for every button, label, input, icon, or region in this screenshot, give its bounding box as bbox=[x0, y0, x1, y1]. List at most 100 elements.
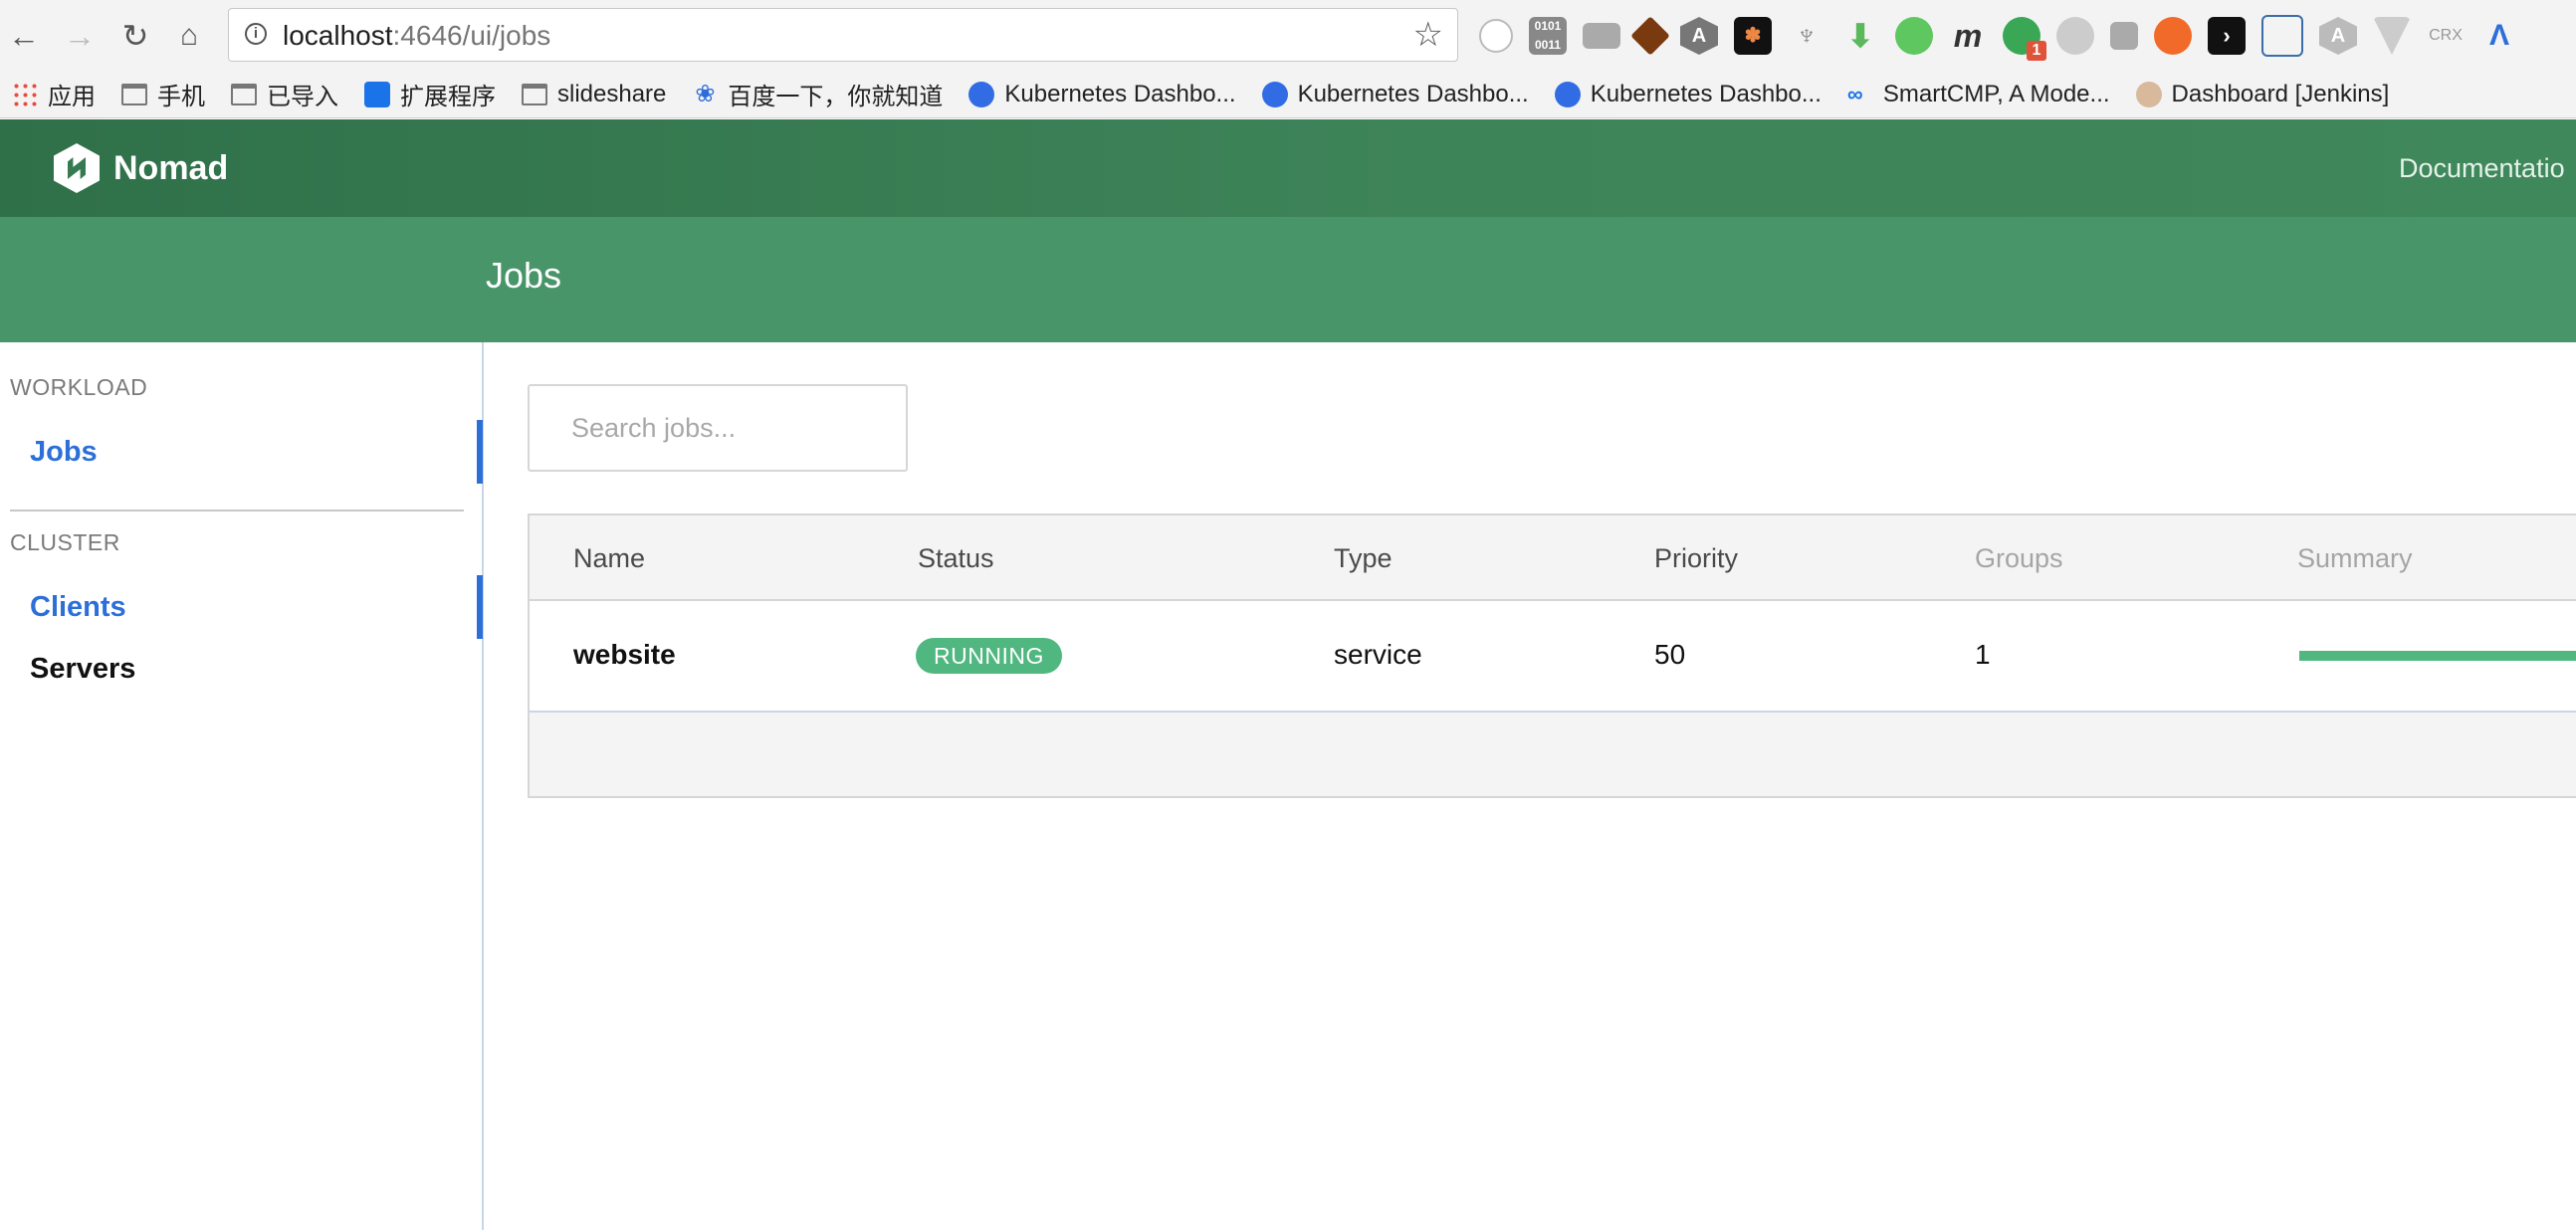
bookmark-smartcmp[interactable]: ∞ SmartCMP, A Mode... bbox=[1847, 81, 2110, 108]
table-row[interactable]: website RUNNING service 50 1 bbox=[530, 601, 2576, 713]
smartcmp-icon: ∞ bbox=[1846, 81, 1863, 106]
bookmark-label: 已导入 bbox=[267, 84, 338, 110]
bookmark-label: 百度一下，你就知道 bbox=[728, 84, 944, 110]
badge-extension-icon[interactable]: 1 bbox=[2003, 17, 2046, 61]
bookmarks-bar: 应用 手机 已导入 扩展程序 slideshare ❀ 百度一下，你就知道 Kub… bbox=[0, 71, 2576, 118]
angular-grey-icon[interactable]: A bbox=[2319, 17, 2357, 55]
sidebar-item-clients[interactable]: Clients bbox=[30, 591, 126, 624]
bookmark-label: 扩展程序 bbox=[400, 84, 496, 110]
jenkins-icon bbox=[2135, 81, 2162, 107]
kubernetes-icon bbox=[968, 81, 995, 107]
bookmark-label: Dashboard [Jenkins] bbox=[2171, 80, 2390, 107]
color-wheel-extension-icon[interactable]: ✽ bbox=[1734, 17, 1772, 55]
bookmark-extensions[interactable]: 扩展程序 bbox=[364, 77, 496, 111]
crx-extension-icon[interactable]: CRX bbox=[2427, 17, 2465, 55]
app-header: Nomad Documentatio bbox=[0, 119, 2576, 217]
orange-extension-icon[interactable] bbox=[2154, 17, 2192, 55]
apps-grid-icon bbox=[12, 81, 38, 107]
column-header-priority[interactable]: Priority bbox=[1654, 543, 1738, 574]
sidebar: WORKLOAD Jobs CLUSTER Clients Servers bbox=[0, 342, 484, 1230]
url-host: localhost bbox=[283, 20, 393, 51]
bookmark-label: Kubernetes Dashbo... bbox=[1004, 80, 1236, 107]
grey-circle-extension-icon[interactable] bbox=[2056, 17, 2094, 55]
page-title: Jobs bbox=[486, 255, 562, 296]
active-indicator bbox=[477, 420, 483, 484]
window-extension-icon[interactable] bbox=[1583, 23, 1620, 49]
url-text[interactable]: localhost:4646/ui/jobs bbox=[283, 20, 550, 52]
job-type: service bbox=[1334, 639, 1422, 670]
sidebar-divider bbox=[10, 510, 464, 512]
extension-icons: 0101 0011 A ✽ ♆ ⬇ m 1 › A CRX Λ bbox=[1479, 15, 2518, 61]
status-badge: RUNNING bbox=[916, 638, 1062, 674]
kubernetes-icon bbox=[1261, 81, 1288, 107]
nodes-extension-icon[interactable]: ♆ bbox=[1788, 17, 1825, 55]
puzzle-icon bbox=[364, 81, 390, 107]
binary-extension-icon[interactable]: 0101 0011 bbox=[1529, 17, 1567, 55]
square-extension-icon[interactable] bbox=[2110, 22, 2138, 50]
code-extension-icon[interactable]: › bbox=[2208, 17, 2246, 55]
job-name[interactable]: website bbox=[573, 639, 676, 671]
lambda-extension-icon[interactable]: Λ bbox=[2480, 17, 2518, 55]
sidebar-item-jobs[interactable]: Jobs bbox=[30, 436, 98, 469]
m-extension-icon[interactable]: m bbox=[1949, 17, 1987, 55]
url-path: :4646/ui/jobs bbox=[392, 20, 551, 51]
bookmark-folder-phone[interactable]: 手机 bbox=[121, 77, 205, 111]
active-indicator bbox=[477, 575, 483, 639]
home-icon[interactable]: ⌂ bbox=[171, 18, 207, 54]
download-arrow-icon[interactable]: ⬇ bbox=[1841, 17, 1879, 55]
bookmark-apps[interactable]: 应用 bbox=[12, 77, 96, 111]
kubernetes-icon bbox=[1554, 81, 1581, 107]
nomad-logo-icon bbox=[54, 143, 100, 193]
folder-icon bbox=[522, 83, 547, 105]
green-circle-extension-icon[interactable] bbox=[1895, 17, 1933, 55]
bookmark-label: 手机 bbox=[157, 84, 205, 110]
forward-arrow-icon[interactable]: → bbox=[62, 18, 98, 54]
address-bar[interactable]: i localhost:4646/ui/jobs ☆ bbox=[228, 8, 1458, 62]
column-header-groups: Groups bbox=[1975, 543, 2063, 573]
column-header-type[interactable]: Type bbox=[1334, 543, 1393, 574]
workload-section-label: WORKLOAD bbox=[10, 374, 148, 400]
column-header-name[interactable]: Name bbox=[573, 543, 645, 574]
nomad-logo[interactable]: Nomad bbox=[54, 143, 228, 193]
bookmark-kubernetes-3[interactable]: Kubernetes Dashbo... bbox=[1554, 80, 1822, 108]
search-jobs-input[interactable] bbox=[528, 384, 908, 472]
bookmark-kubernetes-2[interactable]: Kubernetes Dashbo... bbox=[1261, 80, 1529, 108]
angular-extension-icon[interactable]: A bbox=[1680, 17, 1718, 55]
job-groups: 1 bbox=[1975, 639, 1991, 670]
vue-extension-icon[interactable] bbox=[2373, 17, 2411, 55]
table-header: Name Status Type Priority Groups Summary bbox=[530, 515, 2576, 601]
bookmark-kubernetes-1[interactable]: Kubernetes Dashbo... bbox=[968, 80, 1236, 108]
documentation-link[interactable]: Documentatio bbox=[2399, 153, 2565, 184]
bookmark-label: 应用 bbox=[48, 84, 96, 110]
bookmark-jenkins[interactable]: Dashboard [Jenkins] bbox=[2135, 80, 2390, 108]
sidebar-item-servers[interactable]: Servers bbox=[30, 653, 135, 686]
jobs-table: Name Status Type Priority Groups Summary… bbox=[528, 513, 2576, 798]
job-priority: 50 bbox=[1654, 639, 1686, 670]
bookmark-baidu[interactable]: ❀ 百度一下，你就知道 bbox=[692, 77, 943, 111]
back-arrow-icon[interactable]: ← bbox=[6, 18, 42, 54]
bookmark-label: Kubernetes Dashbo... bbox=[1297, 80, 1529, 107]
folder-icon bbox=[231, 83, 257, 105]
diamond-extension-icon[interactable] bbox=[1630, 16, 1670, 56]
bookmark-label: slideshare bbox=[557, 80, 667, 107]
bookmark-label: SmartCMP, A Mode... bbox=[1882, 80, 2110, 107]
extension-badge-count: 1 bbox=[2027, 41, 2046, 61]
bookmark-folder-slideshare[interactable]: slideshare bbox=[522, 81, 666, 108]
baidu-paw-icon: ❀ bbox=[695, 80, 716, 107]
brand-name: Nomad bbox=[113, 148, 229, 187]
blue-outline-extension-icon[interactable] bbox=[2261, 15, 2303, 57]
page-header: Jobs bbox=[0, 217, 2576, 342]
allocation-summary-bar bbox=[2299, 651, 2576, 661]
bookmark-star-icon[interactable]: ☆ bbox=[1413, 15, 1443, 55]
browser-toolbar: ← → ↻ ⌂ i localhost:4646/ui/jobs ☆ 0101 0… bbox=[0, 0, 2576, 72]
reload-icon[interactable]: ↻ bbox=[117, 18, 153, 54]
column-header-summary: Summary bbox=[2297, 543, 2413, 573]
bookmark-folder-imported[interactable]: 已导入 bbox=[231, 77, 338, 111]
info-icon[interactable]: i bbox=[245, 23, 267, 45]
folder-icon bbox=[121, 83, 147, 105]
table-footer bbox=[530, 713, 2576, 796]
cluster-section-label: CLUSTER bbox=[10, 529, 120, 555]
bookmark-label: Kubernetes Dashbo... bbox=[1590, 80, 1822, 107]
column-header-status[interactable]: Status bbox=[918, 543, 994, 574]
gear-extension-icon[interactable] bbox=[1479, 19, 1513, 53]
